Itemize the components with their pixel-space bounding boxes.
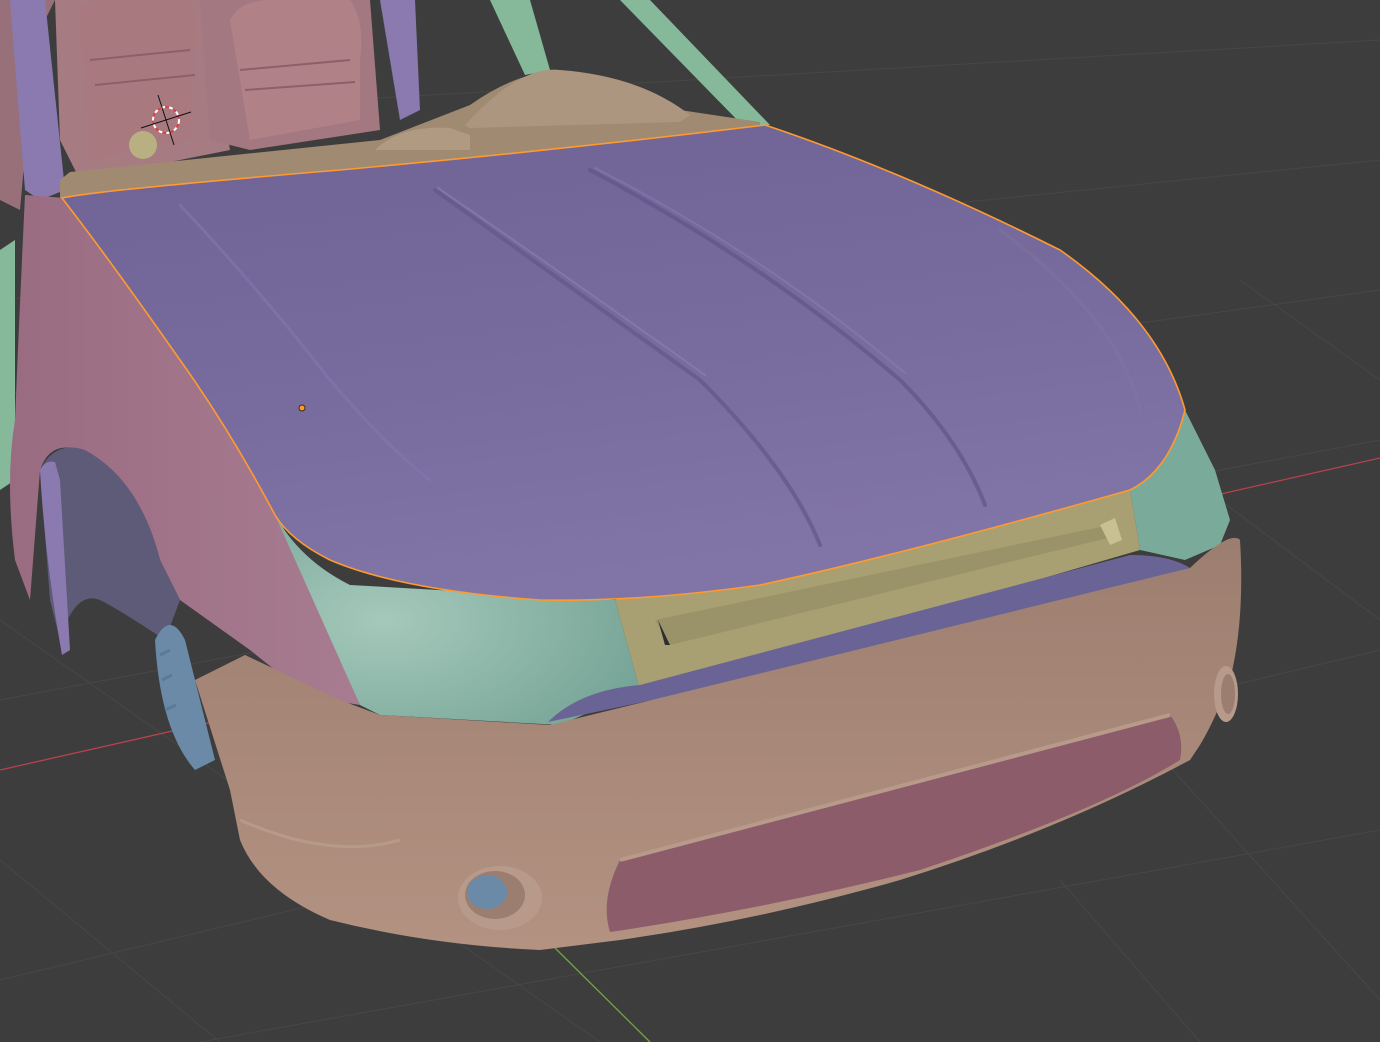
fog-light-left[interactable]: [458, 866, 542, 930]
viewport-canvas[interactable]: [0, 0, 1380, 1042]
rearview-mirror-knob: [129, 131, 157, 159]
car-model[interactable]: [0, 0, 1242, 950]
3d-viewport[interactable]: [0, 0, 1380, 1042]
y-axis-line: [554, 947, 651, 1042]
fog-light-right[interactable]: [1214, 666, 1238, 722]
object-origin-point: [298, 404, 306, 412]
